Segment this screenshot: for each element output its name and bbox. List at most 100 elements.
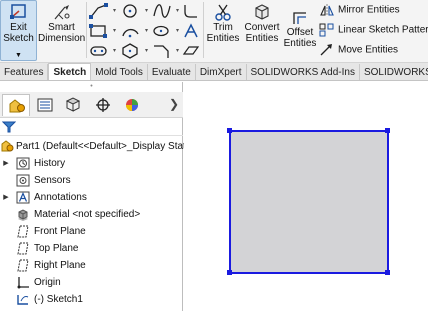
configuration-manager-icon bbox=[65, 97, 81, 112]
spline-tool[interactable]: ▾ bbox=[151, 2, 179, 20]
sketch-text-icon bbox=[184, 23, 198, 38]
chevron-down-icon[interactable]: ▾ bbox=[145, 7, 148, 14]
tab-mold-tools[interactable]: Mold Tools bbox=[91, 64, 148, 80]
chevron-down-icon[interactable]: ▾ bbox=[113, 7, 116, 14]
panel-grip-icon[interactable]: • bbox=[0, 82, 183, 92]
chevron-right-icon[interactable]: ❯ bbox=[169, 97, 179, 111]
tab-solidworks-add-ins[interactable]: SOLIDWORKS Add-Ins bbox=[247, 64, 360, 80]
smart-dimension-button[interactable]: Smart Dimension bbox=[38, 1, 85, 59]
tree-item-top-plane[interactable]: Top Plane bbox=[0, 240, 183, 257]
sketch-vertex[interactable] bbox=[227, 128, 232, 133]
tab-configuration-manager[interactable] bbox=[60, 94, 88, 116]
chevron-down-icon[interactable]: ▾ bbox=[145, 47, 148, 54]
tab-dimxpert-manager[interactable] bbox=[89, 94, 117, 116]
offset-entities-button[interactable]: Offset Entities bbox=[283, 8, 317, 66]
rectangle-icon bbox=[89, 24, 107, 38]
rectangle-tool[interactable]: ▾ bbox=[88, 22, 116, 40]
scissors-icon bbox=[215, 4, 231, 21]
linear-sketch-pattern-label: Linear Sketch Pattern bbox=[338, 24, 428, 36]
arc-tool[interactable]: ▾ bbox=[120, 22, 148, 40]
chevron-down-icon[interactable]: ▾ bbox=[176, 27, 179, 34]
tree-item-history[interactable]: ▶ History bbox=[0, 155, 183, 172]
graphics-area[interactable] bbox=[184, 82, 428, 311]
trim-entities-label: Trim Entities bbox=[206, 22, 240, 44]
display-manager-icon bbox=[126, 99, 138, 111]
chamfer-tool[interactable]: ▾ bbox=[151, 42, 179, 60]
slot-icon bbox=[90, 46, 107, 56]
ellipse-icon bbox=[153, 25, 169, 37]
expand-arrow-icon[interactable]: ▶ bbox=[2, 155, 10, 172]
tree-item-label: Material <not specified> bbox=[34, 209, 141, 220]
move-entities-button[interactable]: Move Entities bbox=[319, 43, 398, 61]
tree-item-label: Origin bbox=[34, 277, 61, 288]
command-manager-ribbon: Exit Sketch ▼ Smart Dimension ▾ ▾ ▾ ▾ ▾ bbox=[0, 0, 428, 63]
tree-item-material[interactable]: Material <not specified> bbox=[0, 206, 183, 223]
plane-icon bbox=[17, 242, 29, 255]
exit-sketch-button[interactable]: Exit Sketch ▼ bbox=[0, 0, 37, 61]
chevron-down-icon[interactable]: ▾ bbox=[113, 27, 116, 34]
tab-evaluate[interactable]: Evaluate bbox=[148, 64, 196, 80]
chevron-down-icon[interactable]: ▾ bbox=[145, 27, 148, 34]
tree-item-annotations[interactable]: ▶ Annotations bbox=[0, 189, 183, 206]
polygon-tool[interactable]: ▾ bbox=[120, 42, 148, 60]
chevron-down-icon[interactable]: ▾ bbox=[176, 7, 179, 14]
tree-root-part[interactable]: Part1 (Default<<Default>_Display State bbox=[0, 138, 191, 155]
tree-item-label: History bbox=[34, 158, 66, 169]
chevron-down-icon[interactable]: ▾ bbox=[176, 47, 179, 54]
annotations-icon bbox=[16, 191, 30, 204]
offset-entities-label: Offset Entities bbox=[283, 27, 317, 49]
ellipse-tool[interactable]: ▾ bbox=[151, 22, 179, 40]
sensors-icon bbox=[16, 174, 30, 187]
linear-pattern-icon bbox=[319, 23, 334, 37]
sketch-vertex[interactable] bbox=[385, 270, 390, 275]
material-icon bbox=[18, 209, 28, 221]
part-icon bbox=[1, 140, 14, 152]
circle-tool[interactable]: ▾ bbox=[120, 2, 148, 20]
linear-sketch-pattern-button[interactable]: Linear Sketch Pattern bbox=[319, 23, 428, 41]
trim-entities-button[interactable]: Trim Entities bbox=[205, 1, 241, 59]
mirror-entities-button[interactable]: Mirror Entities bbox=[319, 3, 400, 21]
tab-sketch[interactable]: Sketch bbox=[48, 63, 92, 80]
command-manager-tabs: Features Sketch Mold Tools Evaluate DimXpert… bbox=[0, 63, 428, 81]
exit-sketch-icon bbox=[9, 4, 26, 19]
convert-entities-button[interactable]: Convert Entities bbox=[241, 1, 283, 59]
tab-feature-manager[interactable] bbox=[2, 94, 30, 116]
sketch-icon bbox=[17, 295, 29, 305]
tree-item-label: Right Plane bbox=[34, 260, 86, 271]
sketch-rectangle[interactable] bbox=[229, 130, 389, 274]
tree-item-right-plane[interactable]: Right Plane bbox=[0, 257, 183, 274]
smart-dimension-label: Smart Dimension bbox=[38, 22, 86, 44]
chevron-down-icon[interactable]: ▼ bbox=[1, 52, 36, 59]
expand-arrow-icon[interactable]: ▶ bbox=[2, 189, 10, 206]
tab-property-manager[interactable] bbox=[31, 94, 59, 116]
chevron-down-icon[interactable]: ▾ bbox=[113, 47, 116, 54]
smart-dimension-icon bbox=[54, 5, 69, 20]
manager-tabs: ❯ bbox=[0, 92, 183, 118]
cube-icon bbox=[255, 4, 269, 20]
mirror-icon bbox=[320, 4, 334, 16]
tree-item-sensors[interactable]: Sensors bbox=[0, 172, 183, 189]
tab-features[interactable]: Features bbox=[0, 64, 49, 80]
property-manager-icon bbox=[37, 98, 53, 112]
crosshair-icon bbox=[96, 98, 110, 112]
circle-icon bbox=[123, 4, 137, 18]
tree-item-label: (-) Sketch1 bbox=[34, 294, 83, 305]
tree-item-sketch1[interactable]: (-) Sketch1 bbox=[0, 291, 183, 308]
tree-item-origin[interactable]: Origin bbox=[0, 274, 183, 291]
tree-filter[interactable] bbox=[0, 118, 183, 136]
tab-solidworks-mbd[interactable]: SOLIDWORKS MBD bbox=[360, 64, 428, 80]
tree-item-front-plane[interactable]: Front Plane bbox=[0, 223, 183, 240]
feature-tree: Part1 (Default<<Default>_Display State ▶… bbox=[0, 138, 191, 308]
feature-manager-icon bbox=[9, 99, 25, 113]
move-entities-label: Move Entities bbox=[338, 44, 399, 56]
tab-display-manager[interactable] bbox=[118, 94, 146, 116]
convert-entities-label: Convert Entities bbox=[244, 22, 280, 44]
slot-tool[interactable]: ▾ bbox=[88, 42, 116, 60]
line-tool[interactable]: ▾ bbox=[88, 2, 116, 20]
sketch-vertex[interactable] bbox=[227, 270, 232, 275]
tree-item-label: Top Plane bbox=[34, 243, 79, 254]
feature-manager-panel: • ❯ Part1 (Default<<Default>_Display Sta… bbox=[0, 82, 191, 311]
offset-icon bbox=[293, 12, 306, 24]
tab-dimxpert[interactable]: DimXpert bbox=[196, 64, 247, 80]
sketch-vertex[interactable] bbox=[385, 128, 390, 133]
